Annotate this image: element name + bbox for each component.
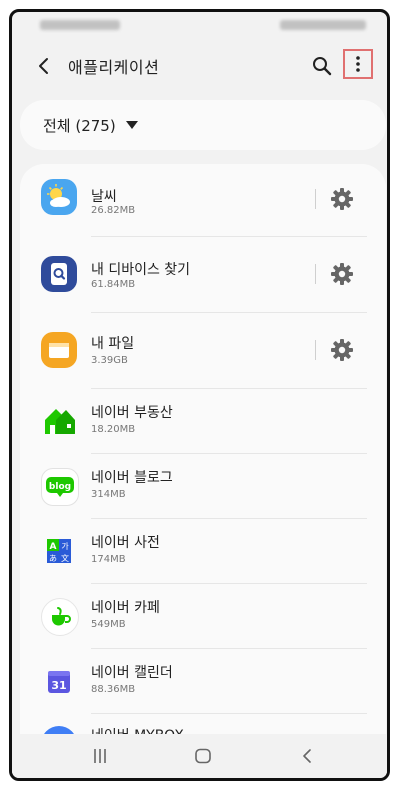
home-icon[interactable] — [189, 744, 217, 768]
app-size: 549MB — [91, 619, 126, 630]
search-icon[interactable] — [308, 52, 336, 80]
app-name: 내 디바이스 찾기 — [91, 262, 191, 278]
app-name: 네이버 캘린더 — [91, 665, 173, 681]
app-size: 174MB — [91, 554, 126, 565]
naver-real-estate-icon — [41, 403, 77, 439]
find-my-device-icon — [41, 256, 77, 292]
more-options-button[interactable] — [343, 49, 373, 79]
status-time-blurred — [40, 20, 120, 30]
app-size: 18.20MB — [91, 424, 136, 435]
app-name: 내 파일 — [91, 336, 135, 352]
nav-back-icon[interactable] — [293, 744, 321, 768]
back-arrow-icon[interactable] — [30, 52, 58, 80]
dropdown-triangle-icon — [125, 121, 138, 129]
settings-gear-icon[interactable] — [329, 261, 355, 287]
filter-dropdown[interactable]: 전체 (275) — [20, 100, 386, 150]
naver-dictionary-icon: A 가 あ 文 — [41, 533, 77, 569]
dict-glyph: 가 — [61, 542, 69, 551]
blog-text: blog — [49, 482, 71, 492]
page-title: 애플리케이션 — [68, 58, 160, 77]
status-icons-blurred — [280, 20, 366, 30]
list-item-weather[interactable]: 날씨 26.82MB — [20, 164, 386, 228]
app-name: 네이버 부동산 — [91, 405, 173, 421]
app-size: 26.82MB — [91, 205, 136, 216]
list-item-find-my-device[interactable]: 내 디바이스 찾기 61.84MB — [20, 237, 386, 312]
list-item-naver-blog[interactable]: blog 네이버 블로그 314MB — [20, 454, 386, 518]
app-list: 날씨 26.82MB 내 디바이스 찾기 61.84MB 내 파일 3.39GB… — [20, 164, 386, 734]
app-name: 네이버 카페 — [91, 600, 160, 616]
list-item-naver-real-estate[interactable]: 네이버 부동산 18.20MB — [20, 389, 386, 453]
phone-frame: 애플리케이션 전체 (275) 날씨 26.82MB 내 디바이스 찾기 61.… — [9, 9, 390, 781]
naver-blog-icon: blog — [41, 468, 79, 506]
divider — [315, 264, 316, 284]
my-files-icon — [41, 332, 77, 368]
divider — [315, 189, 316, 209]
list-item-my-files[interactable]: 내 파일 3.39GB — [20, 313, 386, 388]
calendar-day: 31 — [51, 679, 66, 692]
divider — [315, 340, 316, 360]
navigation-bar — [12, 734, 387, 778]
more-vertical-icon — [356, 56, 360, 72]
naver-cafe-icon — [41, 598, 79, 636]
app-name: 네이버 블로그 — [91, 470, 173, 486]
filter-label: 전체 (275) — [43, 116, 116, 135]
app-name: 날씨 — [91, 189, 117, 205]
app-size: 61.84MB — [91, 279, 136, 290]
dict-glyph: あ — [49, 554, 57, 563]
app-name: 네이버 MYBOX — [91, 725, 184, 734]
list-item-naver-mybox[interactable]: 네이버 MYBOX — [20, 714, 386, 734]
list-item-naver-dictionary[interactable]: A 가 あ 文 네이버 사전 174MB — [20, 519, 386, 583]
dict-glyph: A — [50, 542, 57, 552]
settings-gear-icon[interactable] — [329, 186, 355, 212]
weather-icon — [41, 179, 77, 215]
dict-glyph: 文 — [61, 553, 69, 563]
naver-calendar-icon: 31 — [41, 663, 77, 699]
app-name: 네이버 사전 — [91, 535, 160, 551]
list-item-naver-calendar[interactable]: 31 네이버 캘린더 88.36MB — [20, 649, 386, 713]
recents-icon[interactable] — [86, 744, 114, 768]
app-bar: 애플리케이션 — [12, 42, 387, 90]
naver-mybox-icon — [41, 726, 77, 734]
settings-gear-icon[interactable] — [329, 337, 355, 363]
app-size: 314MB — [91, 489, 126, 500]
app-size: 88.36MB — [91, 684, 136, 695]
list-item-naver-cafe[interactable]: 네이버 카페 549MB — [20, 584, 386, 648]
status-bar — [12, 12, 387, 38]
app-size: 3.39GB — [91, 355, 128, 366]
